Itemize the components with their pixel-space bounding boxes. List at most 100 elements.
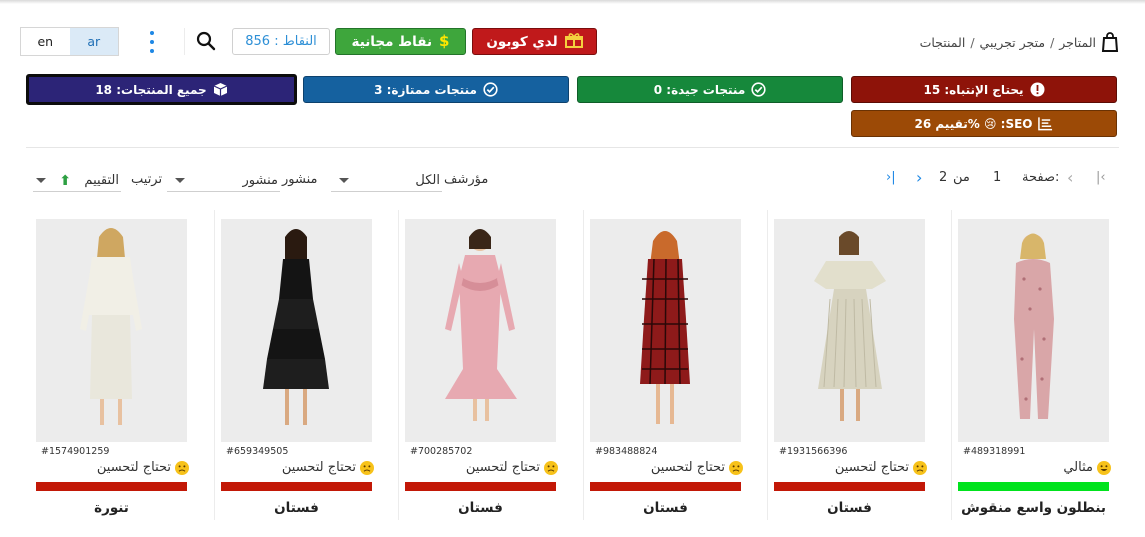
published-filter-select[interactable]: منشور [167, 170, 280, 192]
seo-score-card[interactable]: تقييم 26% 😢 :SEO [851, 110, 1117, 137]
card-divider [767, 210, 768, 520]
breadcrumb-separator: / [970, 34, 975, 50]
section-divider [26, 147, 1119, 148]
sort-ascending-icon[interactable]: ⬆ [59, 173, 71, 189]
product-image[interactable] [221, 219, 372, 442]
product-status-text: تحتاج لتحسين [834, 460, 909, 475]
lang-ar-button[interactable]: ar [69, 28, 118, 55]
current-page: 1 [993, 170, 1002, 185]
product-card[interactable]: #1574901259 تحتاج لتحسين تنورة [36, 210, 200, 537]
product-card[interactable]: #700285702 تحتاج لتحسين فستان [398, 210, 569, 537]
archived-filter-select[interactable]: الكل [331, 170, 442, 192]
product-sku: #659349505 [226, 446, 289, 457]
product-card[interactable]: #983488824 تحتاج لتحسين فستان [583, 210, 754, 537]
published-filter-label: منشور [282, 172, 318, 187]
sort-value: التقييم [84, 173, 119, 188]
product-status: مثالي [1063, 460, 1111, 475]
product-score-bar [36, 482, 187, 491]
lang-en-button[interactable]: en [21, 28, 70, 55]
sort-select[interactable]: ⬆ التقييم [33, 170, 121, 192]
bar-chart-icon [1038, 116, 1053, 131]
all-products-label: جميع المنتجات: 18 [95, 82, 207, 97]
product-sku: #983488824 [595, 446, 658, 457]
free-points-label: نقاط مجانية [351, 33, 433, 50]
product-image[interactable] [590, 219, 741, 442]
box-icon [213, 82, 228, 97]
all-products-card[interactable]: جميع المنتجات: 18 [26, 74, 297, 105]
product-card[interactable]: #489318991 مثالي بنطلون واسع منقوش [951, 210, 1122, 537]
product-status-text: تحتاج لتحسين [96, 460, 171, 475]
sad-face-icon [360, 460, 374, 475]
points-display: النقاط : 856 [232, 28, 330, 55]
coupon-button[interactable]: لدي كوبون [472, 28, 597, 55]
next-page-icon[interactable]: › [916, 168, 922, 188]
product-image[interactable] [774, 219, 925, 442]
card-divider [583, 210, 584, 520]
product-name[interactable]: بنطلون واسع منقوش [958, 500, 1109, 516]
product-name[interactable]: فستان [774, 500, 925, 516]
product-sku: #700285702 [410, 446, 473, 457]
product-status: تحتاج لتحسين [466, 460, 558, 475]
product-status: تحتاج لتحسين [97, 460, 189, 475]
product-name[interactable]: فستان [221, 500, 372, 516]
needs-attention-card[interactable]: يحتاج الإنتباه: 15 [851, 76, 1117, 103]
needs-attention-label: يحتاج الإنتباه: 15 [923, 82, 1024, 97]
product-name[interactable]: فستان [405, 500, 556, 516]
product-image[interactable] [36, 219, 187, 442]
free-points-button[interactable]: $ نقاط مجانية [335, 28, 466, 55]
product-name[interactable]: تنورة [36, 500, 187, 516]
product-sku: #1574901259 [41, 446, 110, 457]
card-divider [398, 210, 399, 520]
total-pages: 2 [939, 170, 948, 185]
good-products-card[interactable]: منتجات جيدة: 0 [577, 76, 843, 103]
header-divider [184, 28, 185, 55]
product-card[interactable]: #659349505 تحتاج لتحسين فستان [214, 210, 385, 537]
product-status: تحتاج لتحسين [282, 460, 374, 475]
product-image[interactable] [958, 219, 1109, 442]
sad-face-icon [913, 460, 927, 475]
product-score-bar [590, 482, 741, 491]
shopping-bag-icon [1101, 32, 1119, 52]
product-status: تحتاج لتحسين [835, 460, 927, 475]
last-page-icon[interactable]: ›| [886, 170, 896, 190]
product-score-bar [774, 482, 925, 491]
first-page-icon[interactable]: |‹ [1096, 170, 1106, 190]
product-name[interactable]: فستان [590, 500, 741, 516]
archived-filter-value: الكل [415, 173, 440, 188]
alert-icon [1030, 82, 1045, 97]
excellent-products-label: منتجات ممتازة: 3 [374, 82, 477, 97]
product-status-text: تحتاج لتحسين [281, 460, 356, 475]
product-score-bar [405, 482, 556, 491]
product-image[interactable] [405, 219, 556, 442]
product-card[interactable]: #1931566396 تحتاج لتحسين فستان [767, 210, 938, 537]
excellent-products-card[interactable]: منتجات ممتازة: 3 [303, 76, 569, 103]
product-score-fill [958, 482, 1109, 491]
more-menu-icon[interactable] [147, 31, 157, 53]
happy-face-icon [1097, 460, 1111, 475]
breadcrumb: المتاجر / متجر تجريبي / المنتجات [920, 32, 1119, 52]
product-score-bar [221, 482, 372, 491]
prev-page-icon[interactable]: ‹ [1067, 168, 1073, 188]
dollar-icon: $ [439, 32, 450, 50]
top-shadow [0, 0, 1145, 4]
published-filter-value: منشور [242, 173, 278, 188]
chevron-down-icon [175, 178, 185, 183]
breadcrumb-root[interactable]: المتاجر [1059, 35, 1096, 50]
card-divider [214, 210, 215, 520]
coupon-button-label: لدي كوبون [486, 33, 558, 50]
product-score-fill [774, 482, 925, 491]
search-icon[interactable] [196, 31, 216, 51]
breadcrumb-store[interactable]: متجر تجريبي [980, 35, 1046, 50]
gift-icon [564, 32, 583, 51]
product-score-fill [36, 482, 187, 491]
card-divider [951, 210, 952, 520]
product-status-text: مثالي [1063, 460, 1093, 475]
sort-label: ترتيب [131, 172, 163, 187]
sad-face-icon [175, 460, 189, 475]
good-products-label: منتجات جيدة: 0 [653, 82, 746, 97]
product-status-text: تحتاج لتحسين [650, 460, 725, 475]
archived-filter-label: مؤرشف [444, 172, 489, 187]
product-status: تحتاج لتحسين [651, 460, 743, 475]
product-score-fill [590, 482, 741, 491]
page-of-label: من [953, 170, 970, 185]
